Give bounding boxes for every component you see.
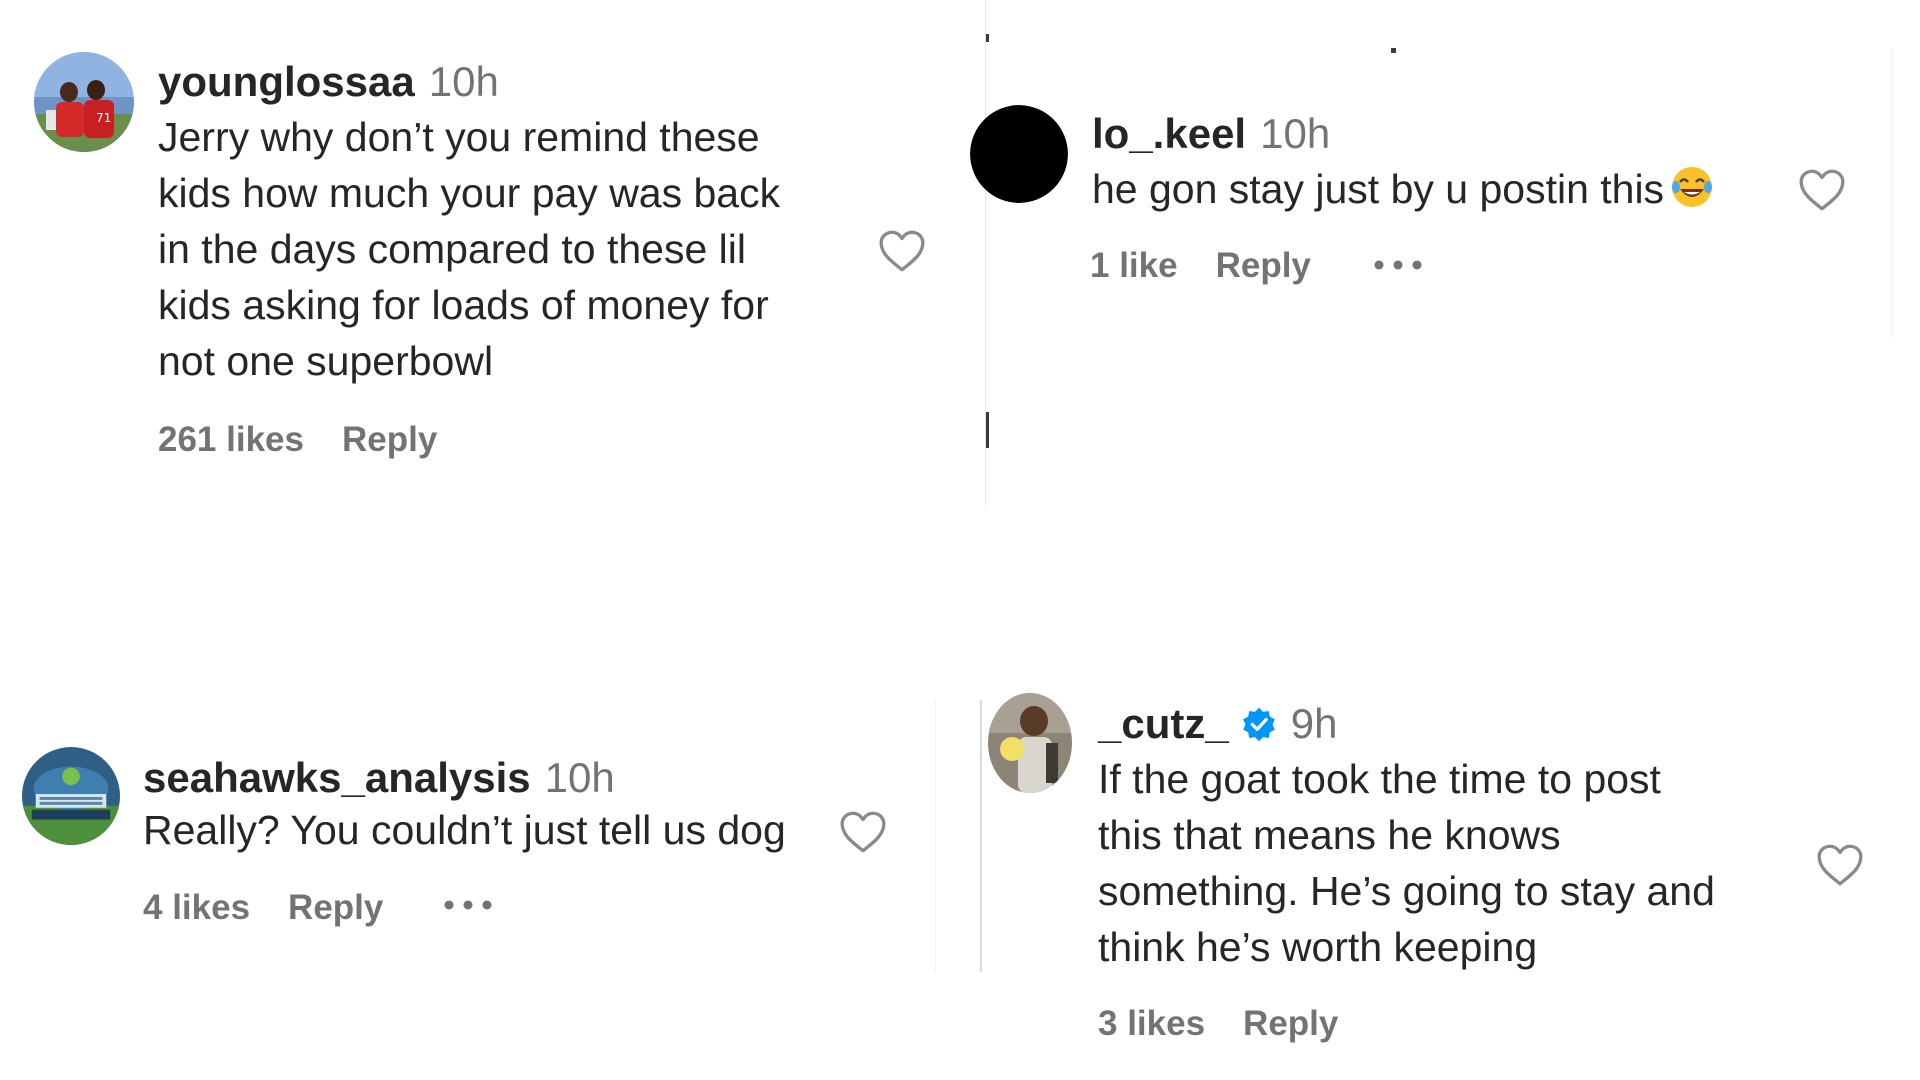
comment-line: If the goat took the time to post — [1098, 756, 1661, 802]
comment-line: he gon stay just by u postin this — [1092, 166, 1665, 212]
timestamp[interactable]: 10h — [429, 58, 499, 105]
reply-button[interactable]: Reply — [342, 420, 437, 459]
comment-text: If the goat took the time to post this t… — [1098, 751, 1818, 975]
username[interactable]: seahawks_analysis — [143, 754, 531, 801]
username[interactable]: lo_.keel — [1092, 110, 1246, 157]
panel-divider — [980, 700, 982, 972]
likes-count[interactable]: 1 like — [1090, 246, 1178, 285]
likes-count[interactable]: 261 likes — [158, 420, 304, 459]
username[interactable]: _cutz_ — [1098, 700, 1229, 747]
reply-button[interactable]: Reply — [288, 888, 383, 927]
likes-count[interactable]: 4 likes — [143, 888, 250, 927]
svg-text:71: 71 — [96, 111, 111, 125]
comment-header: lo_.keel 10h — [1092, 109, 1330, 159]
timestamp[interactable]: 10h — [1260, 110, 1330, 157]
comment-header: _cutz_ 9h — [1098, 699, 1337, 749]
screenshot-artifact — [1391, 48, 1396, 53]
comment-header: seahawks_analysis 10h — [143, 753, 615, 803]
comment-line: Really? You couldn’t just tell us dog — [143, 807, 786, 853]
comment-text: he gon stay just by u postin this — [1092, 161, 1714, 217]
comment-text: Jerry why don’t you remind these kids ho… — [158, 109, 878, 389]
avatar[interactable]: 71 — [34, 52, 134, 152]
screenshot-artifact — [986, 412, 989, 448]
username[interactable]: younglossaa — [158, 58, 415, 105]
panel-divider — [1892, 48, 1893, 338]
more-options-icon[interactable] — [1372, 258, 1424, 272]
avatar-seahawks-logo — [22, 747, 120, 845]
avatar-photo-football-players: 71 — [34, 52, 134, 152]
heart-outline-icon[interactable] — [877, 228, 927, 274]
comment-line: this that means he knows — [1098, 812, 1561, 858]
heart-outline-icon[interactable] — [1797, 167, 1847, 213]
comment-line: in the days compared to these lil — [158, 226, 746, 272]
timestamp[interactable]: 10h — [545, 754, 615, 801]
avatar[interactable] — [22, 747, 120, 845]
comment-line: kids how much your pay was back — [158, 170, 781, 216]
screenshot-artifact — [986, 34, 989, 42]
heart-outline-icon[interactable] — [838, 809, 888, 855]
likes-count[interactable]: 3 likes — [1098, 1004, 1205, 1043]
comment-actions: 261 likes Reply — [158, 418, 437, 462]
comment-line: kids asking for loads of money for — [158, 282, 769, 328]
laughing-crying-emoji — [1670, 165, 1714, 209]
comment-text: Really? You couldn’t just tell us dog — [143, 802, 786, 858]
comment-header: younglossaa 10h — [158, 57, 499, 107]
avatar-photo-person — [988, 693, 1072, 793]
timestamp[interactable]: 9h — [1291, 700, 1338, 747]
comment-line: not one superbowl — [158, 338, 494, 384]
verified-badge-icon — [1241, 706, 1277, 742]
panel-divider — [935, 700, 936, 972]
comment-line: something. He’s going to stay and — [1098, 868, 1715, 914]
avatar-black-circle — [970, 105, 1068, 203]
comment-actions: 1 like Reply — [1090, 244, 1311, 288]
comment-line: Jerry why don’t you remind these — [158, 114, 760, 160]
more-options-icon[interactable] — [442, 898, 494, 912]
comment-actions: 4 likes Reply — [143, 886, 383, 930]
comment-line: think he’s worth keeping — [1098, 924, 1538, 970]
avatar[interactable] — [970, 105, 1068, 203]
avatar[interactable] — [988, 693, 1072, 793]
heart-outline-icon[interactable] — [1815, 842, 1865, 888]
comments-collage: 71 younglossaa 10h Jerry why don’t you re… — [0, 0, 1920, 1080]
reply-button[interactable]: Reply — [1216, 246, 1311, 285]
comment-actions: 3 likes Reply — [1098, 1002, 1338, 1046]
reply-button[interactable]: Reply — [1243, 1004, 1338, 1043]
